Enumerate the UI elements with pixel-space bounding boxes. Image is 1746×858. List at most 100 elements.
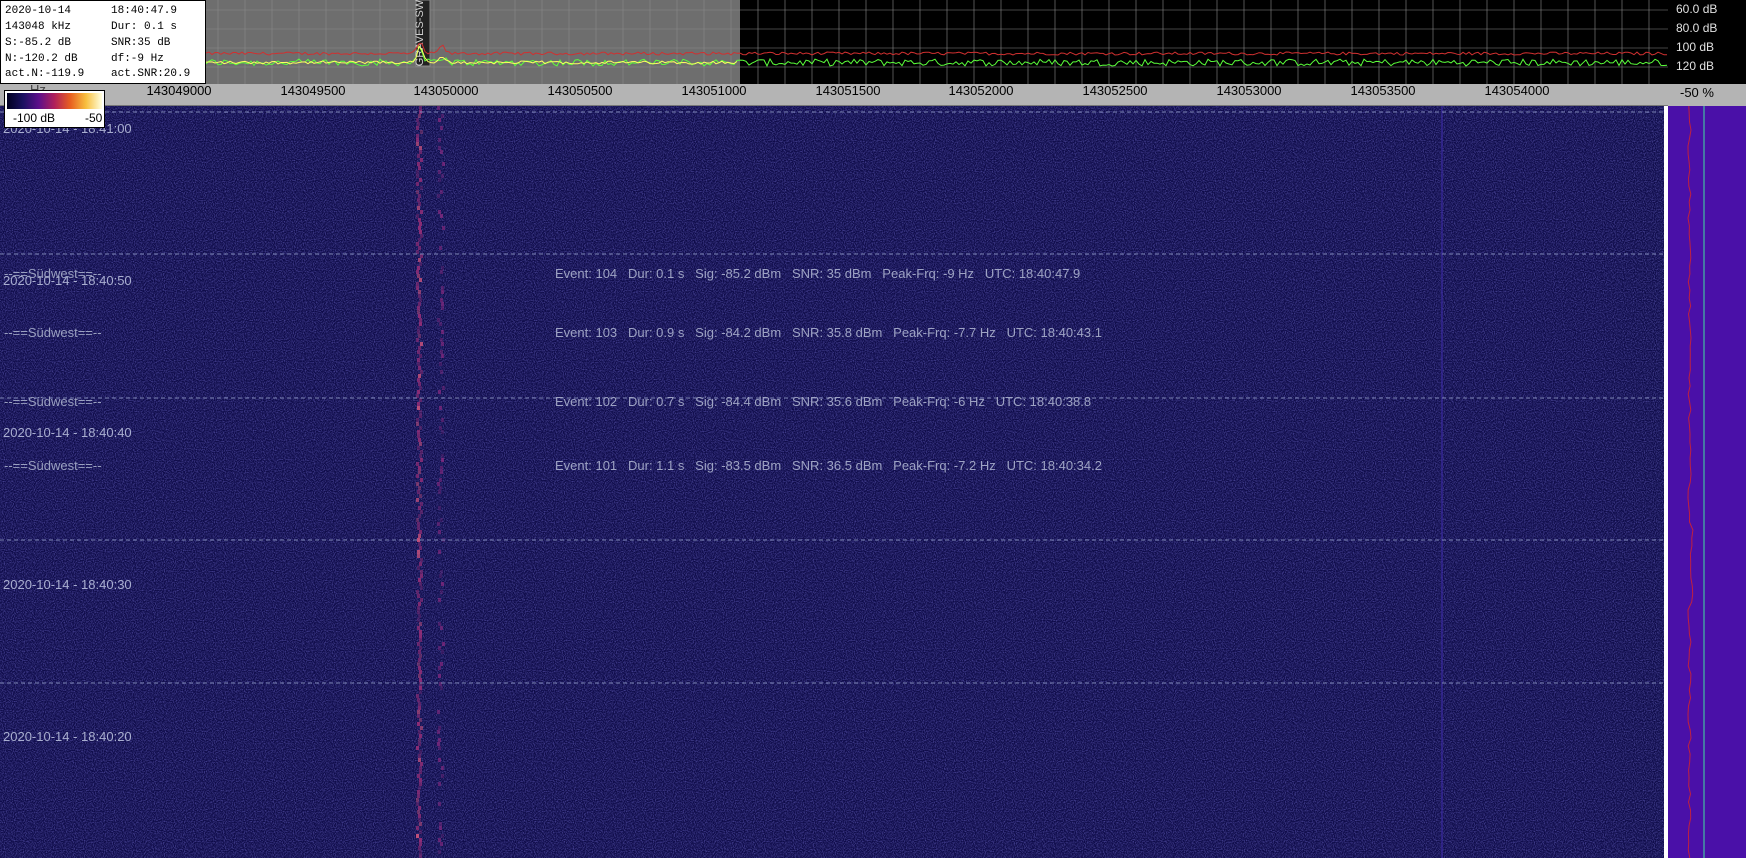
signal-pixel xyxy=(441,354,444,358)
signal-pixel xyxy=(419,322,422,326)
signal-pixel xyxy=(416,422,419,426)
signal-pixel xyxy=(419,230,422,234)
signal-pixel xyxy=(441,766,444,770)
signal-pixel xyxy=(416,286,419,290)
waterfall-noise xyxy=(0,106,1664,858)
freq-tick: 143053500 xyxy=(1350,83,1416,98)
signal-pixel xyxy=(440,370,443,374)
signal-pixel xyxy=(439,822,442,826)
signal-pixel xyxy=(417,710,420,714)
info-act-noise: act.N:-119.9 xyxy=(5,68,85,80)
signal-pixel xyxy=(419,178,422,182)
signal-pixel xyxy=(417,522,420,526)
signal-pixel xyxy=(417,810,420,814)
signal-pixel xyxy=(419,734,422,738)
signal-pixel xyxy=(417,594,420,598)
signal-pixel xyxy=(438,802,441,806)
signal-pixel xyxy=(418,818,421,822)
color-scale-legend: -100 dB -50 xyxy=(4,90,105,128)
signal-pixel xyxy=(417,714,420,718)
signal-pixel xyxy=(419,686,422,690)
signal-pixel xyxy=(416,418,419,422)
signal-pixel xyxy=(416,518,419,522)
signal-pixel xyxy=(438,674,441,678)
signal-pixel xyxy=(418,166,421,170)
signal-pixel xyxy=(440,466,443,470)
spectrum-graph: GRAVES-SW xyxy=(206,0,1668,84)
signal-pixel xyxy=(418,786,421,790)
signal-pixel xyxy=(419,850,422,854)
signal-pixel xyxy=(419,354,422,358)
signal-pixel xyxy=(440,150,443,154)
signal-pixel xyxy=(416,182,419,186)
signal-pixel xyxy=(417,430,420,434)
signal-pixel xyxy=(418,846,421,850)
signal-pixel xyxy=(441,266,444,270)
signal-pixel xyxy=(420,502,423,506)
signal-pixel xyxy=(419,298,422,302)
waterfall-display[interactable]: 2020-10-14 - 18:41:00 2020-10-14 - 18:40… xyxy=(0,106,1664,858)
signal-pixel xyxy=(416,170,419,174)
signal-pixel xyxy=(419,842,422,846)
signal-pixel xyxy=(417,406,420,410)
signal-pixel xyxy=(419,150,422,154)
event-annotation: Event: 104 Dur: 0.1 s Sig: -85.2 dBm SNR… xyxy=(555,266,1081,281)
signal-pixel xyxy=(417,606,420,610)
freq-tick: 143050000 xyxy=(413,83,479,98)
signal-pixel xyxy=(438,646,441,650)
signal-pixel xyxy=(417,198,420,202)
signal-pixel xyxy=(419,494,422,498)
info-frequency: 143048 kHz xyxy=(5,21,72,33)
level-history-graph xyxy=(1687,106,1705,858)
signal-pixel xyxy=(418,382,421,386)
signal-pixel xyxy=(418,302,421,306)
signal-pixel xyxy=(442,386,445,390)
freq-tick: 143049000 xyxy=(146,83,212,98)
signal-pixel xyxy=(438,178,441,182)
signal-pixel xyxy=(418,534,421,538)
signal-pixel xyxy=(437,194,440,198)
info-duration: Dur: 0.1 s xyxy=(111,21,178,33)
signal-pixel xyxy=(416,242,419,246)
signal-pixel xyxy=(416,394,419,398)
time-label: 2020-10-14 - 18:40:20 xyxy=(3,729,132,744)
info-date: 2020-10-14 xyxy=(5,5,72,17)
signal-pixel xyxy=(419,546,422,550)
signal-pixel xyxy=(438,390,441,394)
freq-tick: 143053000 xyxy=(1216,83,1282,98)
freq-tick: 143052000 xyxy=(948,83,1014,98)
signal-pixel xyxy=(418,290,421,294)
signal-pixel xyxy=(420,158,423,162)
signal-pixel xyxy=(418,506,421,510)
signal-pixel xyxy=(438,490,441,494)
signal-pixel xyxy=(441,430,444,434)
signal-pixel xyxy=(441,174,444,178)
signal-pixel xyxy=(439,406,442,410)
signal-pixel xyxy=(417,350,420,354)
signal-pixel xyxy=(419,562,422,566)
signal-pixel xyxy=(441,454,444,458)
signal-pixel xyxy=(418,738,421,742)
signal-pixel xyxy=(417,642,420,646)
signal-pixel xyxy=(419,718,422,722)
signal-pixel xyxy=(441,582,444,586)
signal-pixel xyxy=(419,838,422,842)
signal-pixel xyxy=(439,826,442,830)
signal-pixel xyxy=(416,126,419,130)
signal-pixel xyxy=(418,114,421,118)
frequency-axis[interactable]: Hz 143049000 143049500 143050000 1430505… xyxy=(0,82,1668,106)
signal-pixel xyxy=(440,298,443,302)
signal-pixel xyxy=(419,638,422,642)
signal-pixel xyxy=(440,350,443,354)
signal-pixel xyxy=(439,486,442,490)
signal-pixel xyxy=(419,690,422,694)
signal-pixel xyxy=(438,146,441,150)
spectrum-plot[interactable]: GRAVES-SW xyxy=(206,0,1668,84)
signal-pixel xyxy=(417,402,420,406)
signal-pixel xyxy=(417,794,420,798)
info-act-snr: act.SNR:20.9 xyxy=(111,68,191,80)
signal-pixel xyxy=(419,854,422,858)
signal-pixel xyxy=(420,458,423,462)
signal-pixel xyxy=(420,510,423,514)
signal-pixel xyxy=(419,442,422,446)
